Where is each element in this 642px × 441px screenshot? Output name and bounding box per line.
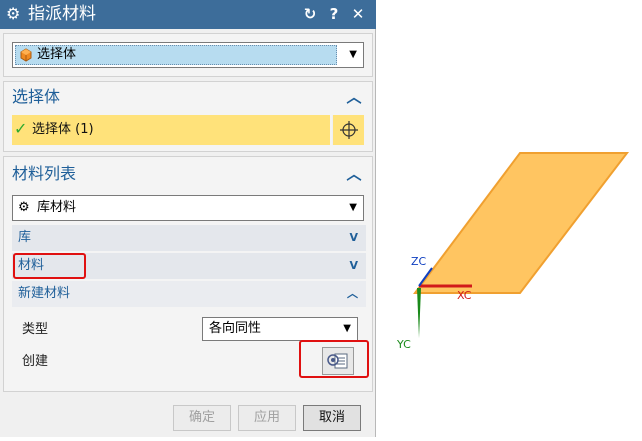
- checkmark-icon: ✓: [14, 119, 28, 138]
- group-label: 新建材料: [18, 286, 71, 301]
- type-label: 类型: [22, 322, 49, 337]
- type-selector-section: 选择体 ▼: [3, 33, 373, 77]
- library-group-row[interactable]: 库 V: [12, 225, 366, 251]
- cancel-button[interactable]: 取消: [303, 405, 361, 431]
- library-material-icon: ⚙: [18, 200, 30, 215]
- material-type-dropdown[interactable]: 各向同性 ▼: [202, 317, 358, 341]
- ok-button[interactable]: 确定: [173, 405, 231, 431]
- assign-material-dialog: ⚙ 指派材料 ↻ ? ✕ 选择体 ▼ 选择体 ︿ ✓ 选择体 (1) 材料列表 …: [0, 0, 376, 437]
- dialog-title: 指派材料: [28, 4, 96, 24]
- group-label: 库: [18, 230, 32, 245]
- material-source-dropdown[interactable]: ⚙ 库材料 ▼: [12, 195, 364, 221]
- apply-button[interactable]: 应用: [238, 405, 296, 431]
- chevron-down-icon: ▼: [343, 323, 351, 334]
- collapse-icon[interactable]: ︿: [346, 82, 362, 112]
- yc-axis-label: YC: [397, 338, 411, 351]
- yc-axis: [417, 288, 421, 338]
- select-body-row[interactable]: ✓ 选择体 (1): [12, 115, 330, 145]
- section-title: 选择体: [12, 87, 61, 106]
- dropdown-value: 选择体: [37, 47, 77, 62]
- create-material-icon: [327, 353, 348, 369]
- graphics-viewport[interactable]: ZC XC YC: [377, 0, 642, 437]
- sheet-body[interactable]: [413, 152, 630, 294]
- new-material-group-header[interactable]: 新建材料 ︿: [12, 281, 366, 307]
- select-body-section: 选择体 ︿ ✓ 选择体 (1): [3, 81, 373, 152]
- chevron-down-icon: ▼: [349, 202, 357, 213]
- dropdown-value: 各向同性: [209, 321, 262, 336]
- expand-icon[interactable]: V: [349, 253, 358, 279]
- group-label: 材料: [18, 258, 45, 273]
- gear-icon: ⚙: [6, 4, 21, 23]
- crosshair-select-button[interactable]: [332, 115, 364, 145]
- dialog-titlebar: ⚙ 指派材料 ↻ ? ✕: [0, 0, 376, 29]
- section-header-material-list[interactable]: 材料列表 ︿: [4, 159, 372, 189]
- expand-icon[interactable]: V: [349, 225, 358, 251]
- help-icon[interactable]: ?: [324, 3, 344, 25]
- section-title: 材料列表: [12, 164, 77, 183]
- selection-type-dropdown[interactable]: 选择体 ▼: [12, 42, 364, 68]
- chevron-down-icon: ▼: [349, 49, 357, 60]
- collapse-icon[interactable]: ︿: [347, 281, 358, 307]
- xc-axis-label: XC: [457, 289, 472, 302]
- create-label: 创建: [22, 354, 49, 369]
- material-list-section: 材料列表 ︿ ⚙ 库材料 ▼ 库 V 材料 V 新建材料 ︿ 类型 各向同性 ▼…: [3, 156, 373, 392]
- zc-axis-label: ZC: [411, 255, 427, 268]
- close-icon[interactable]: ✕: [348, 3, 368, 25]
- crosshair-icon: [340, 121, 358, 139]
- create-material-button[interactable]: [322, 347, 354, 375]
- dropdown-value: 库材料: [37, 200, 77, 215]
- collapse-icon[interactable]: ︿: [346, 159, 362, 189]
- section-header-select-body[interactable]: 选择体 ︿: [4, 82, 372, 112]
- reset-icon[interactable]: ↻: [300, 3, 320, 25]
- model-view: [413, 152, 630, 338]
- selection-count-label: 选择体 (1): [32, 122, 94, 137]
- solid-body-icon: [20, 48, 32, 62]
- material-group-row[interactable]: 材料 V: [12, 253, 366, 279]
